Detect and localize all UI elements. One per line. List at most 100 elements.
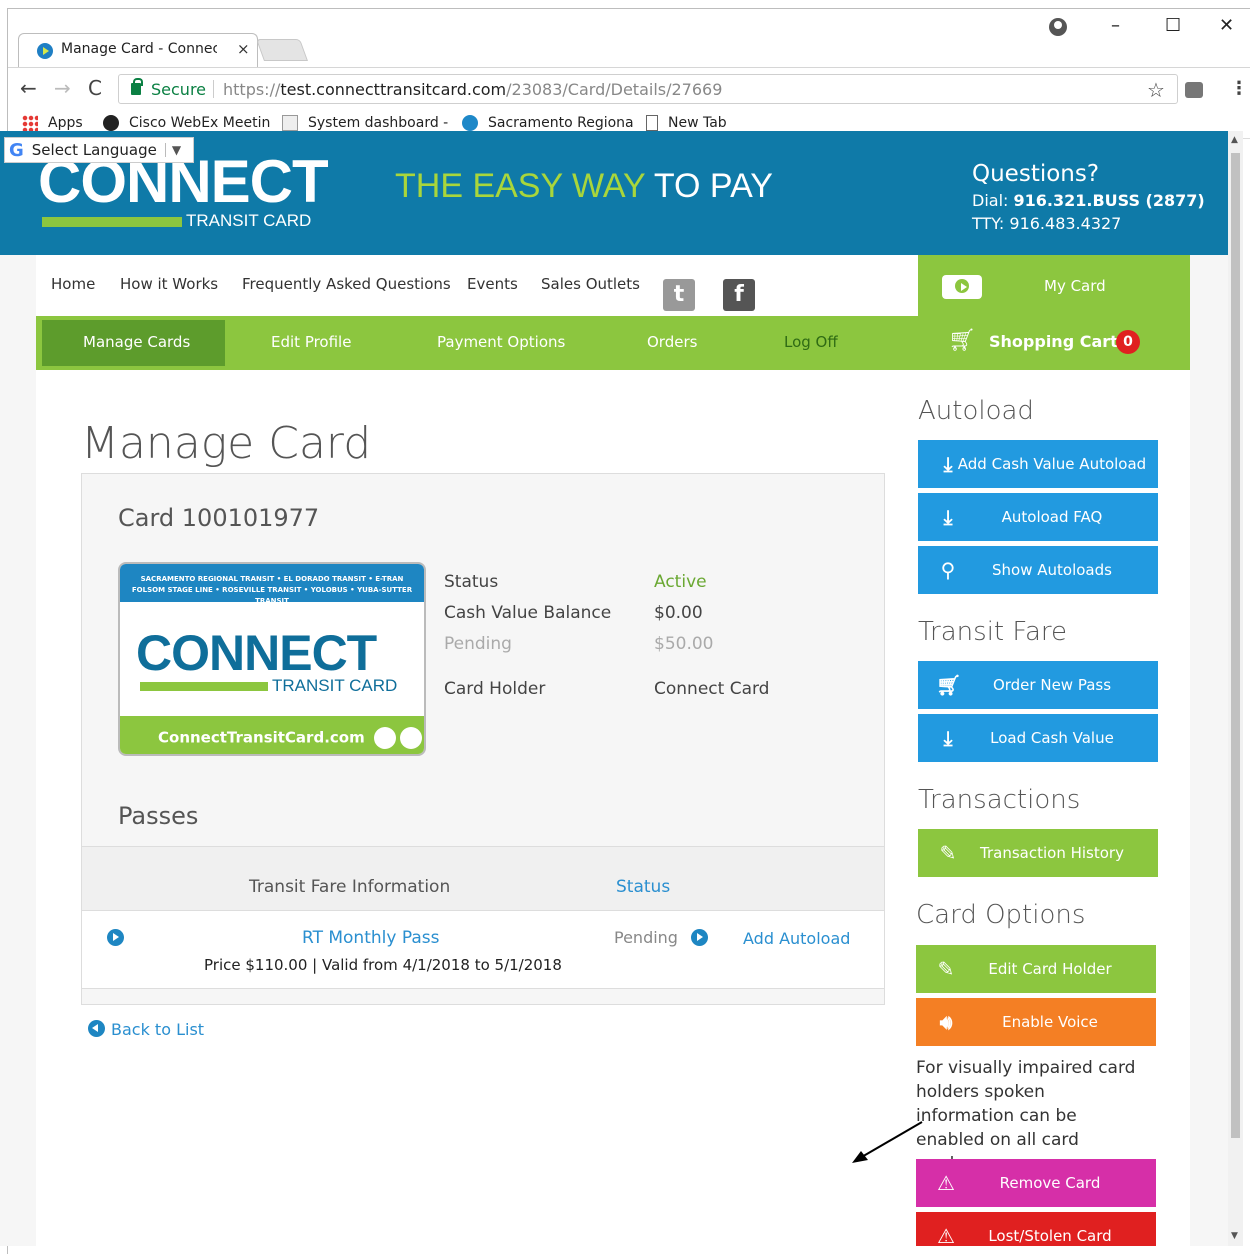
load-cash-value-button[interactable]: ⤓ Load Cash Value xyxy=(918,714,1158,762)
scroll-thumb[interactable] xyxy=(1231,153,1240,1138)
add-autoload-link[interactable]: Add Autoload xyxy=(743,929,850,948)
new-tab-button[interactable] xyxy=(255,39,309,61)
tab-manage-cards[interactable]: Manage Cards xyxy=(83,333,190,351)
logo-bar xyxy=(42,217,182,227)
enable-voice-button[interactable]: 🔊︎ Enable Voice xyxy=(916,998,1156,1046)
tty-line: TTY: 916.483.4327 xyxy=(972,214,1122,233)
pending-label: Pending xyxy=(444,634,512,654)
bookmark-system-dashboard[interactable]: System dashboard - xyxy=(282,115,448,131)
chrome-menu-icon[interactable]: ⋮ xyxy=(1230,78,1248,99)
page-icon xyxy=(646,115,658,131)
back-arrow-icon[interactable]: ← xyxy=(20,76,37,100)
title-bar: Manage Card - Connect ( × – ☐ ✕ xyxy=(8,9,1250,67)
bookmark-apps[interactable]: Apps xyxy=(22,115,83,131)
card-website-strip: ConnectTransitCard.com xyxy=(120,716,424,754)
lost-stolen-card-button[interactable]: ⚠ Lost/Stolen Card xyxy=(916,1212,1156,1246)
back-to-list-link[interactable]: Back to List xyxy=(88,1020,204,1039)
twitter-icon[interactable]: t xyxy=(663,279,695,311)
nav-how-it-works[interactable]: How it Works xyxy=(120,275,218,293)
status-value: Active xyxy=(654,572,707,592)
inbox-download-icon: ⤓ xyxy=(943,726,953,750)
my-card-button[interactable]: My Card xyxy=(918,255,1190,316)
tab-close-icon[interactable]: × xyxy=(237,40,250,58)
card-options-heading: Card Options xyxy=(916,900,1086,930)
card-logo-sub: TRANSIT CARD xyxy=(272,676,398,695)
pass-name-link[interactable]: RT Monthly Pass xyxy=(302,928,439,948)
tab-orders[interactable]: Orders xyxy=(647,333,697,351)
card-website: ConnectTransitCard.com xyxy=(158,728,365,747)
bookmark-label: System dashboard - xyxy=(308,115,449,131)
shopping-cart-icon[interactable]: 🛒︎ xyxy=(948,328,976,353)
nav-home[interactable]: Home xyxy=(51,275,95,293)
address-bar[interactable]: Secure https://test.connecttransitcard.c… xyxy=(118,74,1178,104)
nav-events[interactable]: Events xyxy=(467,275,518,293)
add-autoload-arrow-icon[interactable] xyxy=(691,929,708,946)
edit-icon: ✎ xyxy=(939,841,957,865)
tab-edit-profile[interactable]: Edit Profile xyxy=(271,333,351,351)
inbox-download-icon: ⤓ xyxy=(943,452,953,476)
url-text[interactable]: https://test.connecttransitcard.com/2308… xyxy=(223,80,722,99)
reload-icon[interactable]: C xyxy=(88,76,102,100)
profile-icon[interactable] xyxy=(1049,18,1067,36)
transactions-heading: Transactions xyxy=(918,785,1081,815)
transaction-history-button[interactable]: ✎ Transaction History xyxy=(918,829,1158,877)
minimize-button[interactable]: – xyxy=(1111,15,1120,36)
nav-faq[interactable]: Frequently Asked Questions xyxy=(242,275,451,293)
tab-payment-options[interactable]: Payment Options xyxy=(437,333,565,351)
contact-info: Questions? Dial: 916.321.BUSS (2877) TTY… xyxy=(972,161,1205,233)
nav-sales-outlets[interactable]: Sales Outlets xyxy=(541,275,640,293)
vertical-scrollbar[interactable]: ▲ ▼ xyxy=(1228,131,1243,1246)
scroll-down-icon[interactable]: ▼ xyxy=(1231,1231,1238,1241)
facebook-icon[interactable]: f xyxy=(723,279,755,311)
url-path: /23083/Card/Details/27669 xyxy=(506,80,723,99)
forward-arrow-icon[interactable]: → xyxy=(54,76,71,100)
shopping-cart-link[interactable]: Shopping Cart xyxy=(989,332,1118,351)
bookmark-star-icon[interactable]: ☆ xyxy=(1147,78,1165,102)
dial-label: Dial: xyxy=(972,191,1014,210)
close-window-button[interactable]: ✕ xyxy=(1219,15,1234,36)
order-new-pass-button[interactable]: 🛒︎ Order New Pass xyxy=(918,661,1158,709)
bookmark-new-tab[interactable]: New Tab xyxy=(646,115,727,131)
language-select-label: Select Language xyxy=(31,141,157,159)
card-logo-bar xyxy=(140,682,268,691)
autoload-faq-button[interactable]: ⤓ Autoload FAQ xyxy=(918,493,1158,541)
secure-label: Secure xyxy=(151,80,207,99)
maximize-button[interactable]: ☐ xyxy=(1165,15,1181,36)
balance-label: Cash Value Balance xyxy=(444,603,612,623)
warning-icon: ⚠ xyxy=(937,1224,955,1246)
tagline: THE EASY WAY TO PAY xyxy=(395,167,773,206)
browser-tab[interactable]: Manage Card - Connect ( × xyxy=(18,33,258,67)
tab-log-off[interactable]: Log Off xyxy=(784,333,838,351)
remove-card-button[interactable]: ⚠ Remove Card xyxy=(916,1159,1156,1207)
questions-title: Questions? xyxy=(972,161,1100,187)
expand-arrow-icon[interactable] xyxy=(107,929,124,946)
table-row: RT Monthly Pass Price $110.00 | Valid fr… xyxy=(82,911,884,989)
extension-icon[interactable] xyxy=(1185,82,1203,98)
site-header: CONNECT TRANSIT CARD THE EASY WAY TO PAY… xyxy=(0,131,1228,255)
column-header-status[interactable]: Status xyxy=(616,877,670,897)
language-select[interactable]: G Select Language ▼ xyxy=(4,137,194,163)
connect-favicon-icon xyxy=(37,43,53,59)
card-holder-value: Connect Card xyxy=(654,679,770,699)
passes-heading: Passes xyxy=(118,802,199,830)
scroll-up-icon[interactable]: ▲ xyxy=(1231,135,1238,145)
bus-icon xyxy=(399,727,422,749)
card-agencies: SACRAMENTO REGIONAL TRANSIT • EL DORADO … xyxy=(120,564,424,605)
sacramento-icon xyxy=(462,115,478,131)
bookmark-webex[interactable]: Cisco WebEx Meetin xyxy=(103,115,270,131)
show-autoloads-button[interactable]: ⚲ Show Autoloads xyxy=(918,546,1158,594)
page-viewport: CONNECT TRANSIT CARD THE EASY WAY TO PAY… xyxy=(0,131,1228,1246)
edit-card-holder-button[interactable]: ✎ Edit Card Holder xyxy=(916,945,1156,993)
play-icon xyxy=(942,275,982,299)
back-arrow-icon xyxy=(88,1020,105,1037)
bookmark-label: New Tab xyxy=(668,115,727,131)
tab-title: Manage Card - Connect ( xyxy=(61,41,217,57)
speaker-icon: 🔊︎ xyxy=(939,1010,953,1034)
add-cash-value-autoload-button[interactable]: ⤓ Add Cash Value Autoload xyxy=(918,440,1158,488)
browser-toolbar: ← → C Secure https://test.connecttransit… xyxy=(8,67,1250,111)
table-header: Transit Fare Information Status xyxy=(82,847,884,911)
card-agencies-line: SACRAMENTO REGIONAL TRANSIT • EL DORADO … xyxy=(140,575,404,583)
cart-count-badge: 0 xyxy=(1116,330,1140,354)
shopping-cart-icon: 🛒︎ xyxy=(936,673,962,697)
bookmark-sacramento[interactable]: Sacramento Regiona xyxy=(462,115,634,131)
